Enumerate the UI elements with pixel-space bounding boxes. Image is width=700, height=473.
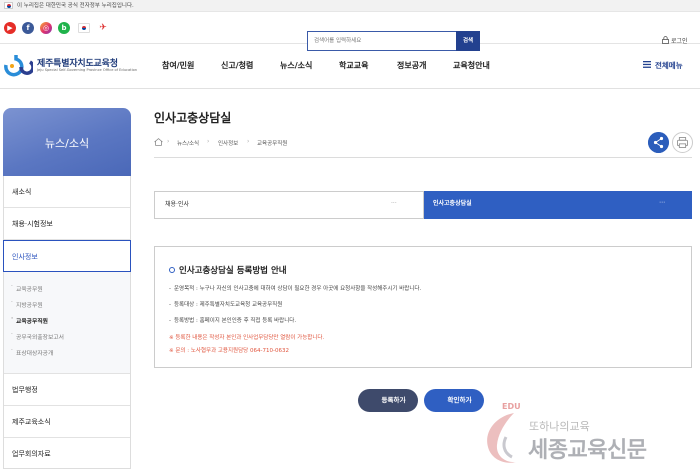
info-note-contact: ※ 문의 : 노사협무과 고용지원담당 064-710-0632 xyxy=(169,348,289,354)
gnb-about[interactable]: 교육청안내 xyxy=(453,60,490,71)
gnb-report[interactable]: 신고/청렴 xyxy=(221,60,253,71)
sidebar-item-recruit[interactable]: 채용·시험정보 xyxy=(4,208,130,240)
more-icon[interactable]: ✈ xyxy=(97,23,109,33)
sub-item-teachers[interactable]: 교육공무원 xyxy=(11,284,43,293)
info-line-method: 등록방법 : 홈페이지 본인인증 후 직접 등록 바랍니다. xyxy=(174,318,297,324)
category-select-right-label: 인사고충상담실 xyxy=(433,200,472,207)
blog-icon[interactable]: b xyxy=(58,22,70,34)
category-select-left-indicator: ··· xyxy=(391,200,397,207)
sidebar-item-news[interactable]: 새소식 xyxy=(4,176,130,208)
korea-flag-icon[interactable] xyxy=(78,23,90,33)
gov-banner-text: 이 누리집은 대한민국 공식 전자정부 누리집입니다. xyxy=(17,3,134,9)
sub-item-award-disclosure[interactable]: 표상대상자공개 xyxy=(11,348,53,357)
watermark-logo-icon xyxy=(487,413,516,463)
info-line: - 등록방법 : 홈페이지 본인인증 후 직접 등록 바랍니다. xyxy=(169,318,297,324)
sidebar-item-meetings[interactable]: 업무회의자료 xyxy=(4,438,130,470)
gnb-school[interactable]: 학교교육 xyxy=(339,60,368,71)
sidebar-item-jeju-news[interactable]: 제주교육소식 xyxy=(4,406,130,438)
site-header: 제주특별자치도교육청 Jeju Special Self-Governing P… xyxy=(0,44,700,89)
gnb-participation[interactable]: 참여/민원 xyxy=(162,60,194,71)
sub-item-edu-staff[interactable]: 교육공무직원 xyxy=(11,316,48,325)
info-line: - 운영목적 : 누구나 자신의 인사고충에 대하여 상담이 필요한 경우 아곳에… xyxy=(169,286,422,292)
sidebar-header: 뉴스/소식 xyxy=(3,108,131,176)
info-line: - 등록대상 : 제주특별자치도교육청 교육공무직원 xyxy=(169,302,283,308)
all-menu-button[interactable]: 전체메뉴 xyxy=(655,60,683,71)
logo-subtitle: Jeju Special Self-Governing Province Off… xyxy=(37,68,138,72)
arrow-right-icon: → xyxy=(467,397,473,403)
share-icon[interactable] xyxy=(648,132,669,153)
print-icon[interactable] xyxy=(672,132,693,153)
info-box: 인사고충상담실 등록방법 안내 - 운영목적 : 누구나 자신의 인사고충에 대하… xyxy=(154,246,692,368)
utility-bar: ▶ f ◎ b ✈ 검색 로그인 xyxy=(0,12,700,51)
gov-banner: 이 누리집은 대한민국 공식 전자정부 누리집입니다. xyxy=(0,0,700,12)
sub-item-overseas-report[interactable]: 공무국외출장보고서 xyxy=(11,332,64,341)
breadcrumb-separator: › xyxy=(207,138,210,145)
breadcrumb-separator: › xyxy=(167,138,170,145)
youtube-icon[interactable]: ▶ xyxy=(4,22,16,34)
sub-item-local-officials[interactable]: 지방공무원 xyxy=(11,300,43,309)
home-icon[interactable] xyxy=(154,138,163,146)
breadcrumb-news[interactable]: 뉴스/소식 xyxy=(177,139,199,147)
sidebar-item-legal[interactable]: 법무행정 xyxy=(4,374,130,406)
hamburger-icon[interactable] xyxy=(643,61,651,68)
category-select-right-indicator: ⋯ xyxy=(659,199,665,206)
sidebar-title: 뉴스/소식 xyxy=(44,137,90,150)
arrow-right-icon: → xyxy=(401,397,407,403)
category-select-right[interactable]: 인사고충상담실 ⋯ xyxy=(424,191,692,219)
korea-flag-icon xyxy=(4,2,13,9)
facebook-icon[interactable]: f xyxy=(22,22,34,34)
sidebar-submenu: 교육공무원 지방공무원 교육공무직원 공무국외출장보고서 표상대상자공개 xyxy=(4,272,130,374)
info-line-purpose: 운영목적 : 누구나 자신의 인사고충에 대하여 상담이 필요한 경우 아곳에 … xyxy=(174,286,422,292)
lock-icon xyxy=(662,36,669,44)
sidebar-menu: 새소식 채용·시험정보 인사정보 교육공무원 지방공무원 교육공무직원 공무국외… xyxy=(3,176,131,469)
watermark-title: 세종교육신문 xyxy=(528,438,647,463)
register-button[interactable]: 등록하기 → xyxy=(358,389,418,412)
page-title: 인사고충상담실 xyxy=(154,111,232,125)
info-line-target: 등록대상 : 제주특별자치도교육청 교육공무직원 xyxy=(174,302,283,308)
logo-icon[interactable] xyxy=(3,53,33,77)
breadcrumb-current: 교육공무직원 xyxy=(257,141,288,147)
gnb-disclosure[interactable]: 정보공개 xyxy=(397,60,426,71)
title-divider xyxy=(154,157,692,158)
sidebar-item-personnel[interactable]: 인사정보 xyxy=(3,240,131,272)
info-title: 인사고충상담실 등록방법 안내 xyxy=(169,264,287,276)
circle-icon xyxy=(169,267,175,273)
gnb-news[interactable]: 뉴스/소식 xyxy=(280,60,312,71)
watermark-edu: EDU xyxy=(502,402,521,411)
check-button[interactable]: 확인하기 → xyxy=(424,389,484,412)
breadcrumb-separator: › xyxy=(247,138,250,145)
instagram-icon[interactable]: ◎ xyxy=(40,22,52,34)
info-title-text: 인사고충상담실 등록방법 안내 xyxy=(179,266,287,276)
info-note-privacy: ※ 등록한 내용은 작성자 본인과 인사업무담당만 열람이 가능합니다. xyxy=(169,335,325,341)
category-select-left-label: 채용·인사 xyxy=(165,201,189,208)
breadcrumb-personnel[interactable]: 인사정보 xyxy=(218,139,238,147)
category-select-left[interactable]: 채용·인사 ··· xyxy=(154,191,424,219)
